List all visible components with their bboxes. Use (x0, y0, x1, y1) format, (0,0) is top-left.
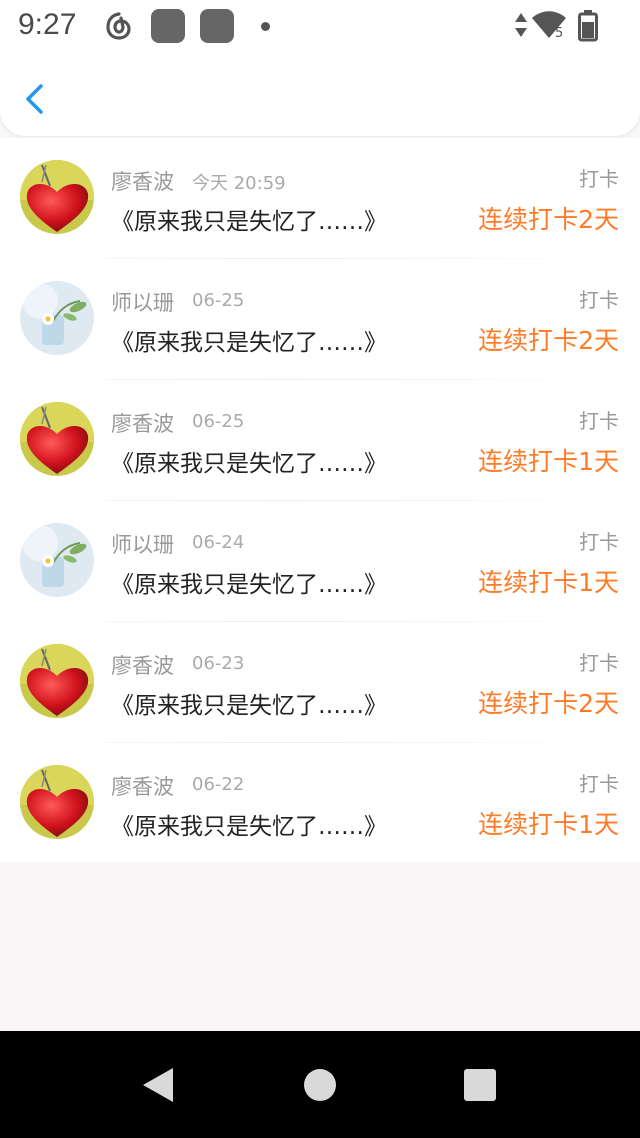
checkin-tag: 打卡 (579, 530, 619, 554)
wifi-icon: 5 (532, 11, 566, 40)
avatar[interactable] (20, 644, 94, 718)
streak-label: 连续打卡2天 (478, 689, 619, 718)
post-date: 06-23 (192, 653, 245, 674)
avatar[interactable] (20, 402, 94, 476)
avatar[interactable] (20, 160, 94, 234)
streak-label: 连续打卡1天 (478, 568, 619, 597)
circle-home-icon[interactable] (303, 1068, 337, 1102)
post-date: 今天 20:59 (192, 173, 286, 194)
netease-music-icon (106, 12, 131, 40)
book-title: 《原来我只是失忆了……》 (111, 814, 387, 840)
user-name: 廖香波 (111, 654, 174, 678)
chevron-left-icon (26, 84, 43, 114)
list-item[interactable]: 师以珊 06-25 《原来我只是失忆了……》 打卡 连续打卡2天 (0, 259, 640, 380)
user-name: 廖香波 (111, 170, 174, 194)
status-time: 9:27 (18, 8, 77, 41)
flower-vase-avatar-icon (20, 281, 94, 355)
app-icon (151, 9, 185, 43)
streak-label: 连续打卡2天 (478, 326, 619, 355)
book-title: 《原来我只是失忆了……》 (111, 572, 387, 598)
checkin-tag: 打卡 (579, 167, 619, 191)
avatar[interactable] (20, 281, 94, 355)
user-name: 师以珊 (111, 533, 174, 557)
post-date: 06-25 (192, 411, 245, 432)
checkin-tag: 打卡 (579, 409, 619, 433)
list-item[interactable]: 师以珊 06-24 《原来我只是失忆了……》 打卡 连续打卡1天 (0, 501, 640, 622)
book-title: 《原来我只是失忆了……》 (111, 693, 387, 719)
user-name: 师以珊 (111, 291, 174, 315)
book-title: 《原来我只是失忆了……》 (111, 451, 387, 477)
flower-vase-avatar-icon (20, 523, 94, 597)
book-title: 《原来我只是失忆了……》 (111, 330, 387, 356)
back-button[interactable] (14, 74, 54, 124)
checkin-list: 廖香波 今天 20:59 《原来我只是失忆了……》 打卡 连续打卡2天 师以珊 … (0, 138, 640, 862)
checkin-tag: 打卡 (579, 772, 619, 796)
streak-label: 连续打卡1天 (478, 447, 619, 476)
user-name: 廖香波 (111, 412, 174, 436)
list-item[interactable]: 廖香波 06-23 《原来我只是失忆了……》 打卡 连续打卡2天 (0, 622, 640, 743)
wifi-badge: 5 (555, 26, 563, 40)
book-title: 《原来我只是失忆了……》 (111, 209, 387, 235)
avatar[interactable] (20, 765, 94, 839)
post-date: 06-25 (192, 290, 245, 311)
list-item[interactable]: 廖香波 今天 20:59 《原来我只是失忆了……》 打卡 连续打卡2天 (0, 138, 640, 259)
notification-dot-icon (261, 22, 270, 31)
checkin-tag: 打卡 (579, 651, 619, 675)
status-bar: 9:27 5 (0, 0, 640, 54)
top-header (0, 54, 640, 136)
red-heart-avatar-icon (20, 765, 94, 839)
square-recents-icon[interactable] (463, 1068, 497, 1102)
streak-label: 连续打卡1天 (478, 810, 619, 839)
system-nav-bar (0, 1031, 640, 1138)
streak-label: 连续打卡2天 (478, 205, 619, 234)
red-heart-avatar-icon (20, 160, 94, 234)
checkin-tag: 打卡 (579, 288, 619, 312)
data-arrows-icon (515, 13, 527, 37)
battery-icon (578, 10, 598, 42)
list-item[interactable]: 廖香波 06-22 《原来我只是失忆了……》 打卡 连续打卡1天 (0, 743, 640, 864)
triangle-back-icon[interactable] (141, 1066, 175, 1104)
post-date: 06-22 (192, 774, 245, 795)
list-item[interactable]: 廖香波 06-25 《原来我只是失忆了……》 打卡 连续打卡1天 (0, 380, 640, 501)
red-heart-avatar-icon (20, 402, 94, 476)
app-icon (200, 9, 234, 43)
avatar[interactable] (20, 523, 94, 597)
red-heart-avatar-icon (20, 644, 94, 718)
user-name: 廖香波 (111, 775, 174, 799)
post-date: 06-24 (192, 532, 245, 553)
